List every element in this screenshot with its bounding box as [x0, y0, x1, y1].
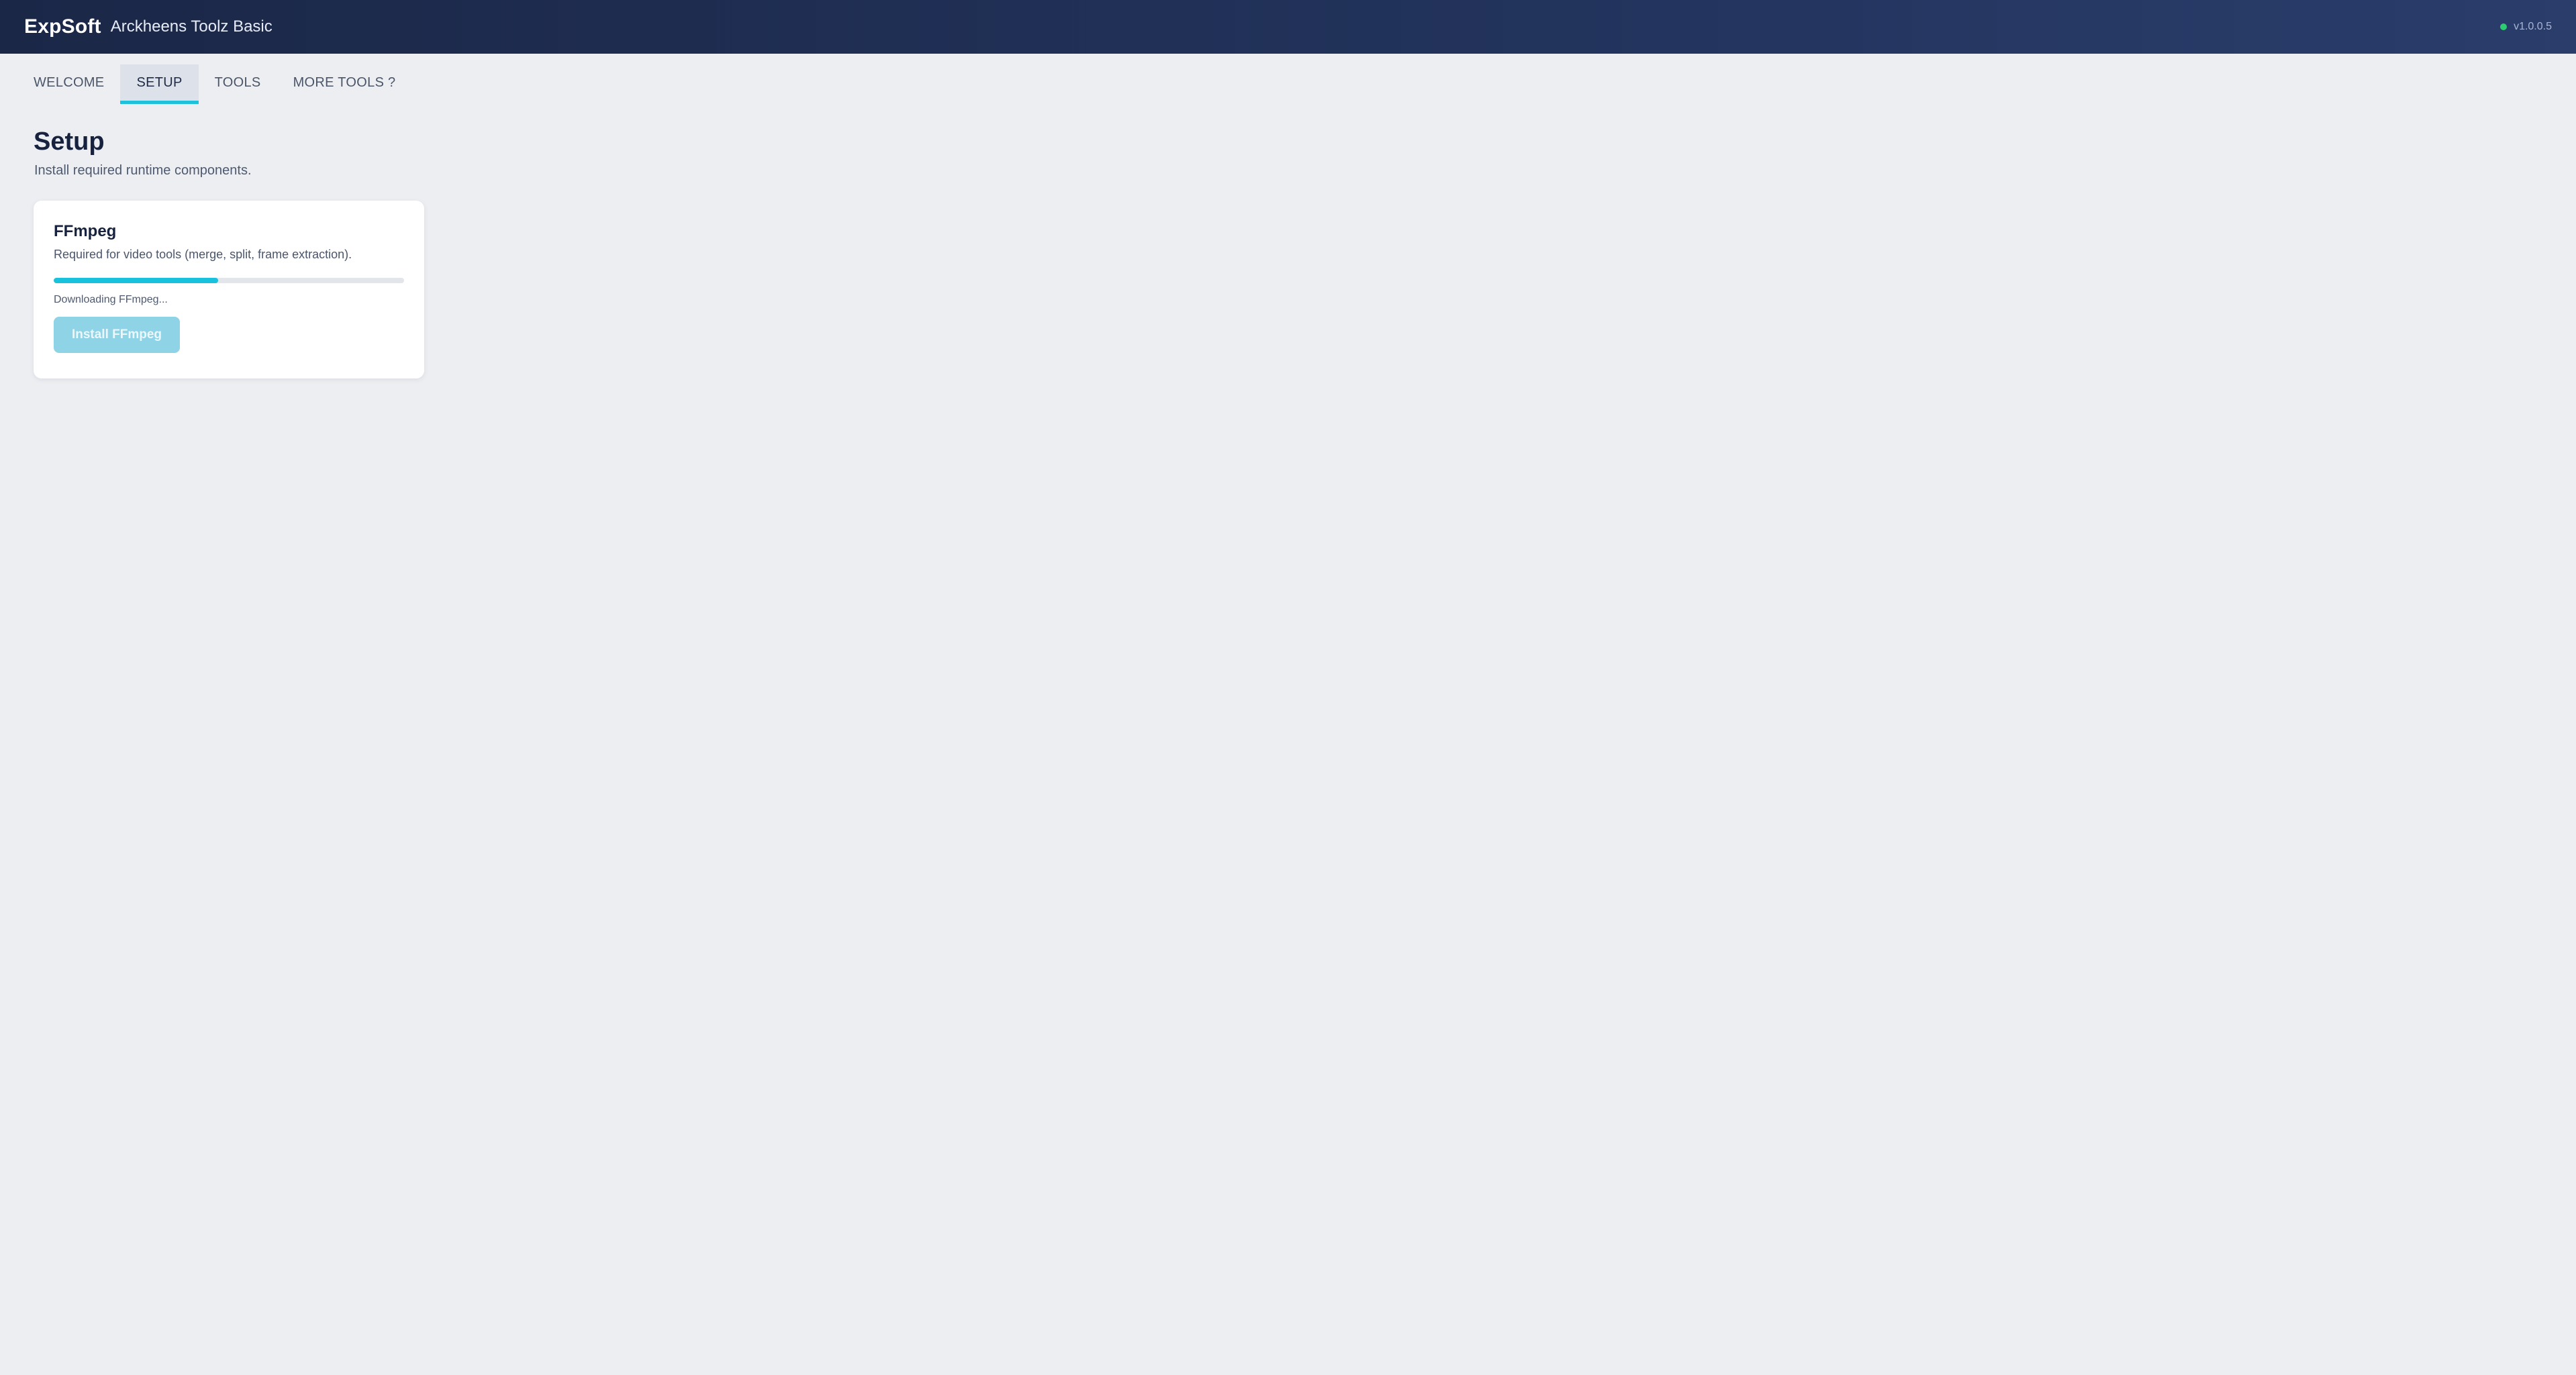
tab-bar: WELCOME SETUP TOOLS MORE TOOLS ?	[17, 64, 412, 104]
status-dot-icon	[2500, 23, 2508, 30]
install-ffmpeg-button[interactable]: Install FFmpeg	[54, 317, 180, 353]
tab-welcome[interactable]: WELCOME	[17, 64, 120, 104]
app-title: Arckheens Toolz Basic	[110, 17, 273, 36]
tab-tools[interactable]: TOOLS	[199, 64, 277, 104]
component-title: FFmpeg	[54, 222, 117, 240]
progress-bar	[54, 278, 404, 283]
page-title: Setup	[34, 128, 105, 156]
progress-status-text: Downloading FFmpeg...	[54, 294, 168, 305]
ffmpeg-card: FFmpeg Required for video tools (merge, …	[34, 201, 424, 378]
tab-setup[interactable]: SETUP	[120, 64, 199, 104]
progress-bar-fill	[54, 278, 219, 283]
page-subtitle: Install required runtime components.	[34, 163, 252, 178]
component-description: Required for video tools (merge, split, …	[54, 248, 352, 261]
version-label: v1.0.0.5	[2514, 21, 2552, 32]
version-indicator: v1.0.0.5	[2500, 21, 2552, 33]
app-header: ExpSoft Arckheens Toolz Basic v1.0.0.5	[0, 0, 2576, 54]
tab-more-tools[interactable]: MORE TOOLS ?	[277, 64, 412, 104]
brand-logo-text: ExpSoft	[24, 15, 101, 38]
